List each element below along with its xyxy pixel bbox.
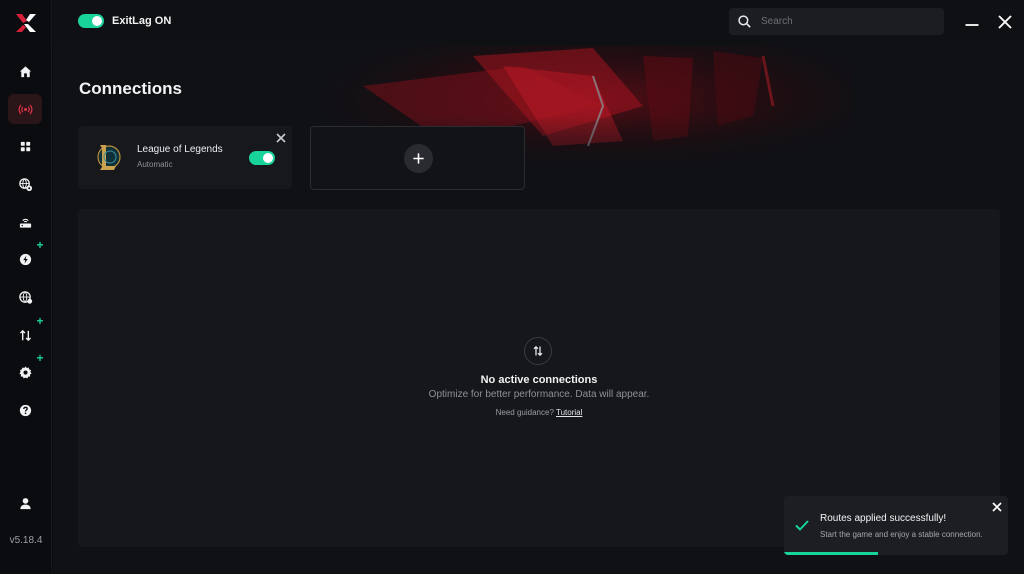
sidebar-item-network[interactable] <box>8 169 42 199</box>
tutorial-link[interactable]: Tutorial <box>556 408 582 417</box>
remove-game-icon[interactable] <box>275 132 287 144</box>
transfer-icon <box>19 329 31 341</box>
sidebar-item-apps[interactable] <box>8 131 42 161</box>
sidebar: + + + v5.18.4 <box>0 0 52 574</box>
toast-progress-track <box>784 552 1008 555</box>
lightning-icon <box>19 253 31 265</box>
league-of-legends-logo <box>97 145 121 170</box>
sidebar-item-account[interactable] <box>8 488 42 518</box>
success-toast: Routes applied successfully! Start the g… <box>784 496 1008 555</box>
router-icon <box>19 218 31 228</box>
transfer-icon <box>533 345 543 357</box>
plus-icon <box>413 153 424 164</box>
sidebar-item-help[interactable] <box>8 395 42 425</box>
apps-grid-icon <box>20 141 30 151</box>
search-icon <box>738 15 751 28</box>
checkmark-icon <box>795 520 809 531</box>
minimize-button[interactable] <box>962 12 982 32</box>
sidebar-item-regions[interactable] <box>8 282 42 312</box>
game-mode: Automatic <box>137 160 173 169</box>
sidebar-item-router[interactable] <box>8 207 42 237</box>
settings-icon <box>18 365 32 378</box>
sidebar-item-home[interactable] <box>8 56 42 86</box>
app-version: v5.18.4 <box>9 535 43 546</box>
close-icon <box>998 15 1012 29</box>
toast-message: Start the game and enjoy a stable connec… <box>820 530 983 539</box>
help-icon <box>19 404 31 416</box>
home-icon <box>19 65 31 77</box>
toast-title: Routes applied successfully! <box>820 513 947 524</box>
exitlag-status-label: ExitLag ON <box>112 15 172 27</box>
new-feature-badge: + <box>36 238 44 252</box>
exitlag-logo[interactable] <box>14 12 38 34</box>
game-enable-toggle[interactable] <box>249 151 275 165</box>
empty-state-subtitle: Optimize for better performance. Data wi… <box>428 389 650 400</box>
add-game-card[interactable] <box>310 126 525 190</box>
globe-gear-icon <box>18 177 32 191</box>
top-bar: ExitLag ON <box>53 0 1024 46</box>
page-title: Connections <box>79 79 182 98</box>
empty-state-title: No active connections <box>480 374 598 386</box>
minimize-icon <box>965 24 979 26</box>
exitlag-power-toggle[interactable] <box>78 14 104 28</box>
new-feature-badge: + <box>36 351 44 365</box>
add-game-button[interactable] <box>404 144 433 173</box>
close-window-button[interactable] <box>995 12 1015 32</box>
game-card[interactable]: League of Legends Automatic <box>78 126 292 189</box>
main-content: Connections League of Legends Automatic … <box>53 46 1024 574</box>
guidance-line: Need guidance? Tutorial <box>78 408 1000 417</box>
guidance-prefix: Need guidance? <box>495 408 554 417</box>
connections-icon <box>18 104 32 114</box>
game-name: League of Legends <box>137 144 223 155</box>
search-box[interactable] <box>729 8 944 35</box>
toast-progress-bar <box>784 552 879 555</box>
sidebar-item-connections[interactable] <box>8 94 42 124</box>
user-icon <box>19 497 31 509</box>
new-feature-badge: + <box>36 314 44 328</box>
globe-icon <box>18 290 32 304</box>
close-toast-icon[interactable] <box>991 501 1003 513</box>
empty-state-icon-wrap <box>524 337 552 365</box>
search-input[interactable] <box>761 13 936 30</box>
